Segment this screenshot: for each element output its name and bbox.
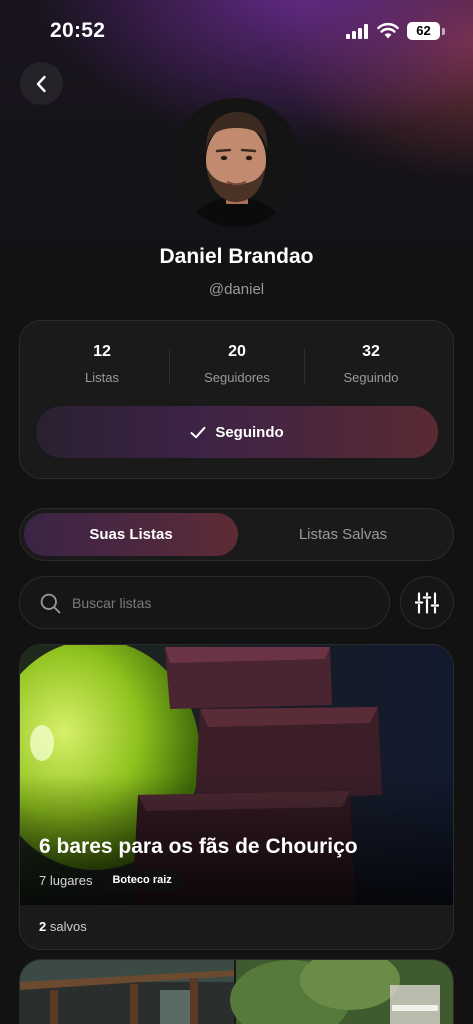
list-places-count: 7 lugares bbox=[39, 872, 93, 888]
status-time: 20:52 bbox=[50, 19, 106, 42]
saves-label: salvos bbox=[49, 919, 87, 934]
search-icon bbox=[40, 593, 61, 614]
profile-name: Daniel Brandao bbox=[159, 245, 314, 268]
tab-suas-listas[interactable]: Suas Listas bbox=[24, 513, 238, 556]
wifi-icon bbox=[377, 22, 399, 39]
list-meta: 7 lugares Boteco raiz bbox=[39, 870, 182, 890]
check-icon bbox=[190, 426, 206, 438]
stat-seguindo[interactable]: 32 Seguindo bbox=[304, 343, 438, 385]
battery-level: 62 bbox=[416, 23, 431, 38]
list-cover-image bbox=[20, 960, 453, 1024]
stat-value: 20 bbox=[228, 343, 246, 360]
back-chevron-icon bbox=[36, 75, 46, 92]
stat-label: Seguindo bbox=[343, 370, 399, 385]
search-box bbox=[19, 576, 390, 629]
list-card[interactable] bbox=[19, 959, 454, 1024]
avatar-photo bbox=[172, 98, 301, 227]
filter-button[interactable] bbox=[400, 576, 454, 629]
back-button[interactable] bbox=[20, 62, 63, 105]
stats-card: 12 Listas 20 Seguidores 32 Seguindo Segu… bbox=[19, 320, 454, 479]
list-title: 6 bares para os fãs de Chouriço bbox=[39, 835, 358, 858]
following-button-label: Seguindo bbox=[215, 423, 284, 441]
sliders-icon bbox=[415, 591, 439, 614]
stat-value: 32 bbox=[362, 343, 380, 360]
list-tag[interactable]: Boteco raiz bbox=[102, 870, 182, 890]
search-input[interactable] bbox=[72, 589, 372, 617]
status-bar: 20:52 62 bbox=[0, 0, 473, 60]
list-cover-image bbox=[20, 645, 453, 905]
avatar bbox=[172, 98, 301, 227]
tab-listas-salvas[interactable]: Listas Salvas bbox=[236, 513, 450, 556]
list-card[interactable]: 6 bares para os fãs de Chouriço 7 lugare… bbox=[19, 644, 454, 950]
battery-tip bbox=[442, 28, 445, 35]
tab-switch: Suas Listas Listas Salvas bbox=[19, 508, 454, 561]
stat-label: Seguidores bbox=[204, 370, 270, 385]
following-button[interactable]: Seguindo bbox=[36, 406, 438, 458]
list-saves: 2 salvos bbox=[39, 919, 87, 934]
profile-handle: @daniel bbox=[208, 281, 265, 298]
stat-seguidores[interactable]: 20 Seguidores bbox=[170, 343, 304, 385]
stat-listas[interactable]: 12 Listas bbox=[35, 343, 169, 385]
saves-count: 2 bbox=[39, 919, 47, 934]
stat-value: 12 bbox=[93, 343, 111, 360]
signal-icon bbox=[346, 24, 370, 39]
stat-label: Listas bbox=[85, 370, 119, 385]
battery-icon: 62 bbox=[407, 22, 440, 40]
